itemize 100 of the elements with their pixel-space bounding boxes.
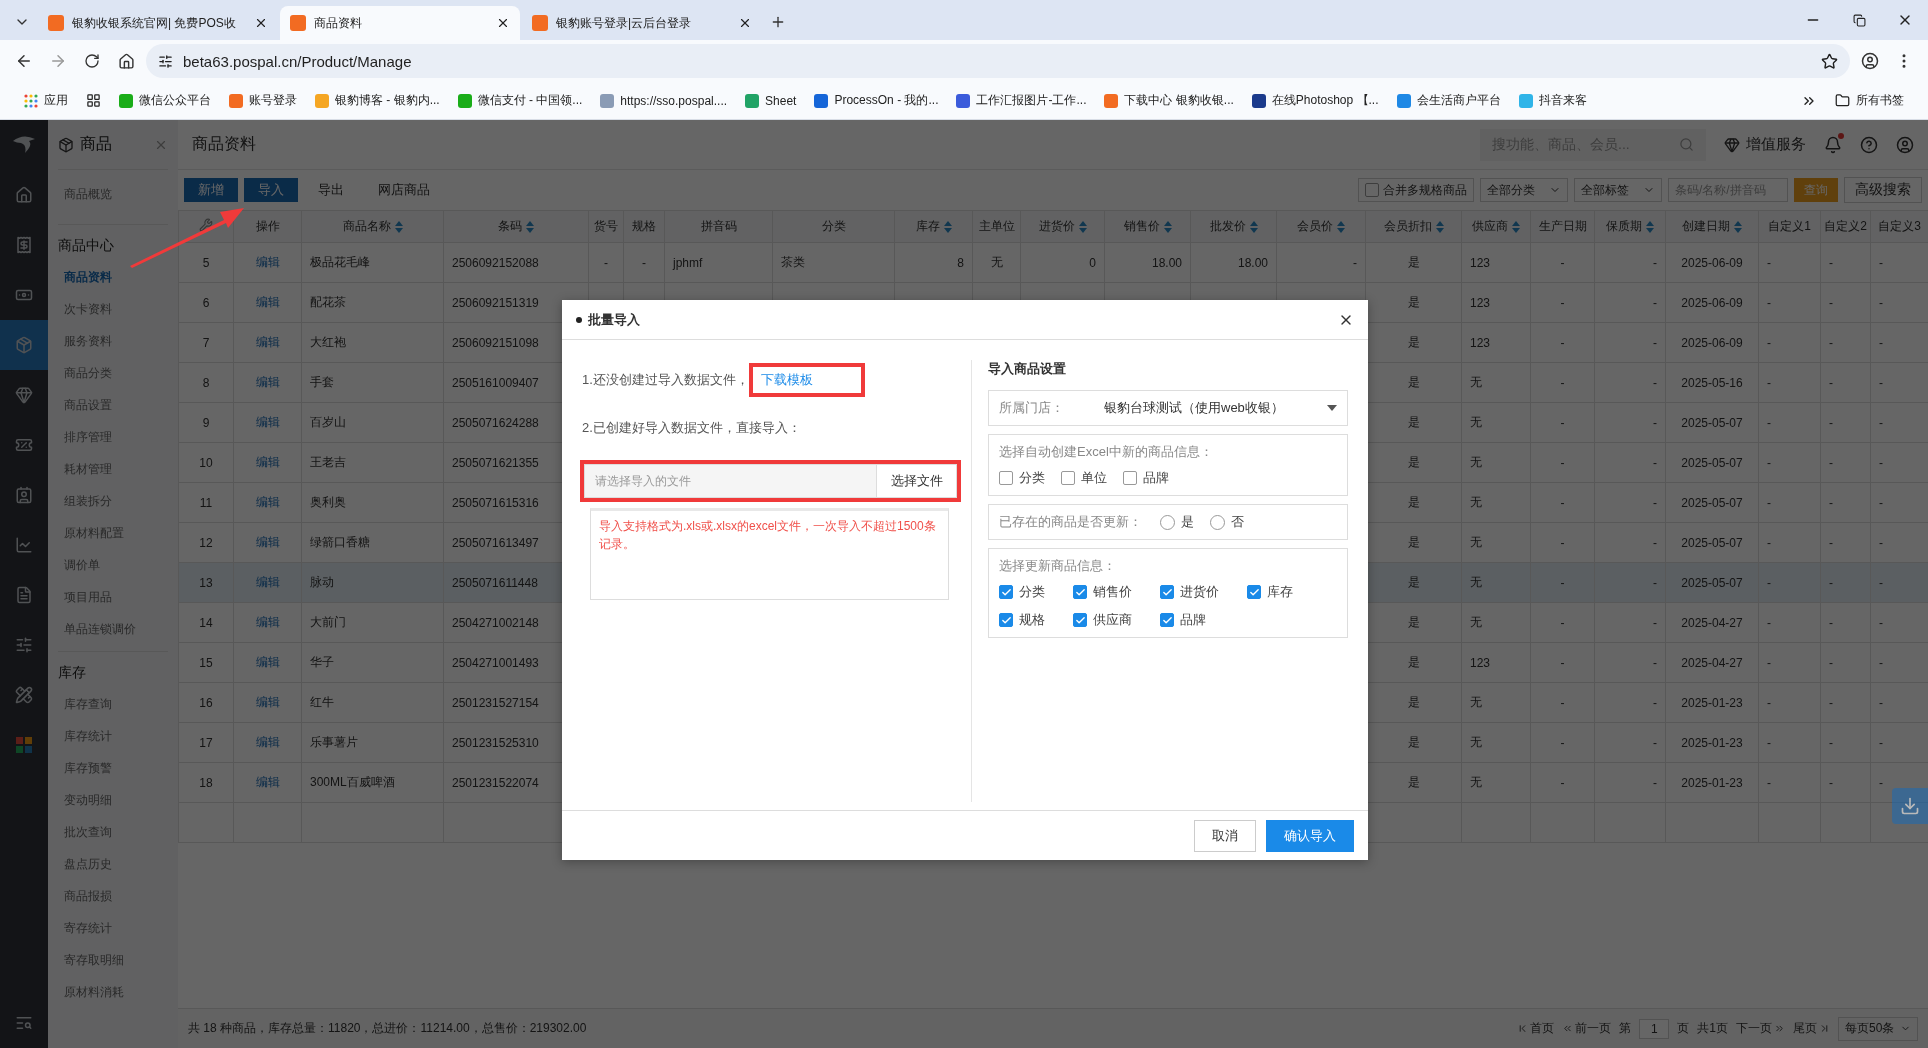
- bookmark-link[interactable]: 下载中心 银豹收银...: [1124, 92, 1234, 109]
- confirm-import-button[interactable]: 确认导入: [1266, 819, 1354, 852]
- site-info-icon[interactable]: [158, 53, 173, 69]
- logo-icon[interactable]: [11, 135, 37, 155]
- checkbox[interactable]: [999, 471, 1013, 485]
- table-row[interactable]: 5 编辑 极品花毛峰 2506092152088 - - jphmf 茶类 8 无 0 18.00 18.00 - 是 123 - - 2025-06-09 - - -: [178, 242, 1928, 283]
- advanced-search-button[interactable]: 高级搜索: [1844, 177, 1922, 203]
- table-cell: -: [1879, 535, 1883, 550]
- page-input[interactable]: 1: [1639, 1018, 1670, 1039]
- close-icon[interactable]: [254, 16, 268, 30]
- file-field[interactable]: 请选择导入的文件: [584, 464, 877, 498]
- bookmark-link[interactable]: 所有书签: [1856, 92, 1904, 109]
- sort-icon[interactable]: [1512, 220, 1520, 233]
- bookmark-star-icon[interactable]: [1821, 52, 1838, 70]
- bookmark-link[interactable]: 会生活商户平台: [1416, 92, 1501, 109]
- toolbar-button[interactable]: 导出: [304, 178, 358, 202]
- colorful-grid-icon[interactable]: [16, 737, 32, 753]
- bookmark-link[interactable]: https://sso.pospal....: [620, 93, 728, 108]
- download-button[interactable]: [1892, 788, 1928, 824]
- edit-link[interactable]: 编辑: [255, 415, 280, 429]
- toolbar-button[interactable]: 导入: [244, 178, 298, 202]
- sort-icon[interactable]: [943, 220, 952, 233]
- checkbox[interactable]: [1247, 585, 1261, 599]
- sort-icon[interactable]: [1249, 220, 1258, 233]
- sort-icon[interactable]: [1646, 220, 1654, 233]
- page-size-select[interactable]: 每页50条: [1838, 1016, 1918, 1041]
- bookmark-link[interactable]: 工作汇报图片-工作...: [976, 92, 1087, 109]
- sort-icon[interactable]: [1163, 220, 1172, 233]
- user-icon[interactable]: [1896, 135, 1914, 154]
- edit-link[interactable]: 编辑: [255, 535, 280, 549]
- edit-link[interactable]: 编辑: [255, 375, 280, 389]
- search-icon[interactable]: [1679, 137, 1694, 152]
- column-settings-icon[interactable]: [199, 218, 213, 232]
- browser-tab[interactable]: 商品资料: [280, 6, 520, 40]
- checkbox[interactable]: [1073, 613, 1087, 627]
- address-bar[interactable]: beta63.pospal.cn/Product/Manage: [146, 44, 1850, 78]
- grid-icon[interactable]: [86, 93, 101, 108]
- browser-tab[interactable]: 银豹账号登录|云后台登录: [522, 6, 762, 40]
- edit-link[interactable]: 编辑: [255, 735, 280, 749]
- column-header: 自定义2: [1824, 219, 1867, 233]
- radio-button[interactable]: [1160, 514, 1175, 530]
- sidebar-item[interactable]: 商品资料: [58, 261, 168, 293]
- category-select[interactable]: 全部分类: [1480, 178, 1568, 202]
- choose-file-button[interactable]: 选择文件: [877, 464, 957, 498]
- sort-icon[interactable]: [1337, 220, 1345, 233]
- sort-icon[interactable]: [1435, 220, 1444, 233]
- edit-link[interactable]: 编辑: [255, 775, 280, 789]
- pager-text: 第: [1619, 1020, 1632, 1037]
- bookmark-link[interactable]: 银豹博客 - 银豹内...: [335, 92, 440, 109]
- value-service-link[interactable]: 增值服务: [1746, 135, 1806, 154]
- tag-select[interactable]: 全部标签: [1574, 178, 1662, 202]
- table-cell: 是: [1407, 495, 1420, 509]
- pager-link[interactable]: 尾页: [1793, 1020, 1830, 1037]
- checkbox[interactable]: [999, 613, 1013, 627]
- sort-icon[interactable]: [394, 220, 403, 233]
- table-cell: -: [1829, 415, 1833, 430]
- cancel-button[interactable]: 取消: [1194, 819, 1256, 852]
- checkbox[interactable]: [1160, 613, 1174, 627]
- checkbox[interactable]: [1365, 183, 1379, 197]
- edit-link[interactable]: 编辑: [255, 655, 280, 669]
- notification-bell-icon[interactable]: [1824, 135, 1842, 154]
- browser-tab[interactable]: 银豹收银系统官网| 免费POS收: [38, 6, 278, 40]
- toolbar-button[interactable]: 新增: [184, 178, 238, 202]
- sort-icon[interactable]: [1734, 220, 1742, 233]
- bookmark-link[interactable]: Sheet: [765, 93, 797, 108]
- edit-link[interactable]: 编辑: [255, 695, 280, 709]
- toolbar-button[interactable]: 网店商品: [364, 178, 444, 202]
- help-icon[interactable]: [1860, 135, 1878, 154]
- download-template-link[interactable]: 下载模板: [752, 367, 861, 393]
- search-list-icon[interactable]: [15, 1014, 33, 1032]
- bookmark-link[interactable]: ProcessOn - 我的...: [834, 92, 939, 109]
- checkbox[interactable]: [1160, 585, 1174, 599]
- edit-link[interactable]: 编辑: [255, 575, 280, 589]
- query-button[interactable]: 查询: [1794, 178, 1838, 202]
- pager-link[interactable]: 前一页: [1562, 1020, 1612, 1037]
- sort-icon[interactable]: [1078, 220, 1087, 233]
- pager-link[interactable]: 首页: [1517, 1020, 1555, 1037]
- store-select[interactable]: 所属门店： 银豹台球测试（使用web收银）: [988, 390, 1348, 426]
- close-icon[interactable]: [738, 16, 752, 30]
- checkbox[interactable]: [1123, 471, 1137, 485]
- sort-icon[interactable]: [526, 220, 534, 233]
- checkbox[interactable]: [1073, 585, 1087, 599]
- bookmark-link[interactable]: 在线Photoshop 【...: [1271, 92, 1379, 109]
- checkbox[interactable]: [999, 585, 1013, 599]
- checkbox[interactable]: [1061, 471, 1075, 485]
- close-icon[interactable]: [496, 16, 510, 30]
- edit-link[interactable]: 编辑: [255, 495, 280, 509]
- apps-icon[interactable]: [24, 93, 38, 108]
- edit-link[interactable]: 编辑: [255, 455, 280, 469]
- bookmark-link[interactable]: 微信公众平台: [139, 92, 211, 109]
- edit-link[interactable]: 编辑: [255, 335, 280, 349]
- bookmark-link[interactable]: 抖音来客: [1538, 92, 1587, 109]
- pager-link[interactable]: 下一页: [1736, 1020, 1785, 1037]
- edit-link[interactable]: 编辑: [255, 295, 280, 309]
- bookmark-link[interactable]: 微信支付 - 中国领...: [477, 92, 583, 109]
- edit-link[interactable]: 编辑: [255, 255, 280, 269]
- bookmark-link[interactable]: 账号登录: [249, 92, 297, 109]
- bookmark-link[interactable]: 应用: [44, 92, 68, 109]
- radio-button[interactable]: [1210, 514, 1225, 530]
- edit-link[interactable]: 编辑: [255, 615, 280, 629]
